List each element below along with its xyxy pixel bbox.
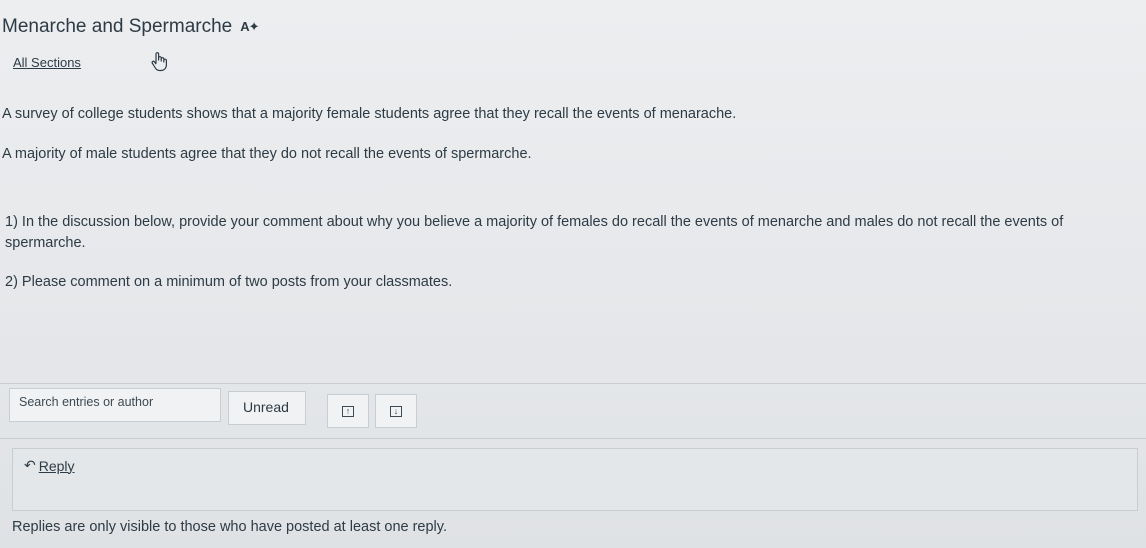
search-input[interactable]: Search entries or author (9, 388, 221, 422)
replies-visibility-notice: Replies are only visible to those who ha… (12, 519, 447, 535)
instruction-paragraph-2: 2) Please comment on a minimum of two po… (5, 274, 453, 290)
collapse-threads-button[interactable]: ↓ (375, 394, 417, 428)
immersive-reader-icon[interactable]: A✦ (240, 19, 259, 35)
reply-button[interactable]: ↶ Reply (24, 457, 75, 474)
unread-filter-button[interactable]: Unread (228, 391, 306, 425)
topic-header: Menarche and Spermarche A✦ (2, 16, 260, 38)
all-sections-link[interactable]: All Sections (13, 55, 81, 70)
reply-label: Reply (38, 457, 75, 474)
expand-threads-button[interactable]: ↑ (327, 394, 369, 428)
discussion-page: Menarche and Spermarche A✦ All Sections … (0, 0, 1146, 548)
description-paragraph-2: A majority of male students agree that t… (2, 146, 532, 162)
hand-cursor-icon (151, 52, 167, 72)
reply-box[interactable] (12, 448, 1138, 511)
divider (0, 383, 1146, 384)
page-title: Menarche and Spermarche (2, 16, 233, 37)
description-paragraph-1: A survey of college students shows that … (2, 106, 737, 122)
divider (0, 438, 1146, 439)
instruction-paragraph-1: 1) In the discussion below, provide your… (5, 214, 1064, 251)
expand-icon: ↑ (342, 405, 354, 417)
reply-arrow-icon: ↶ (24, 457, 36, 473)
collapse-icon: ↓ (390, 405, 402, 417)
